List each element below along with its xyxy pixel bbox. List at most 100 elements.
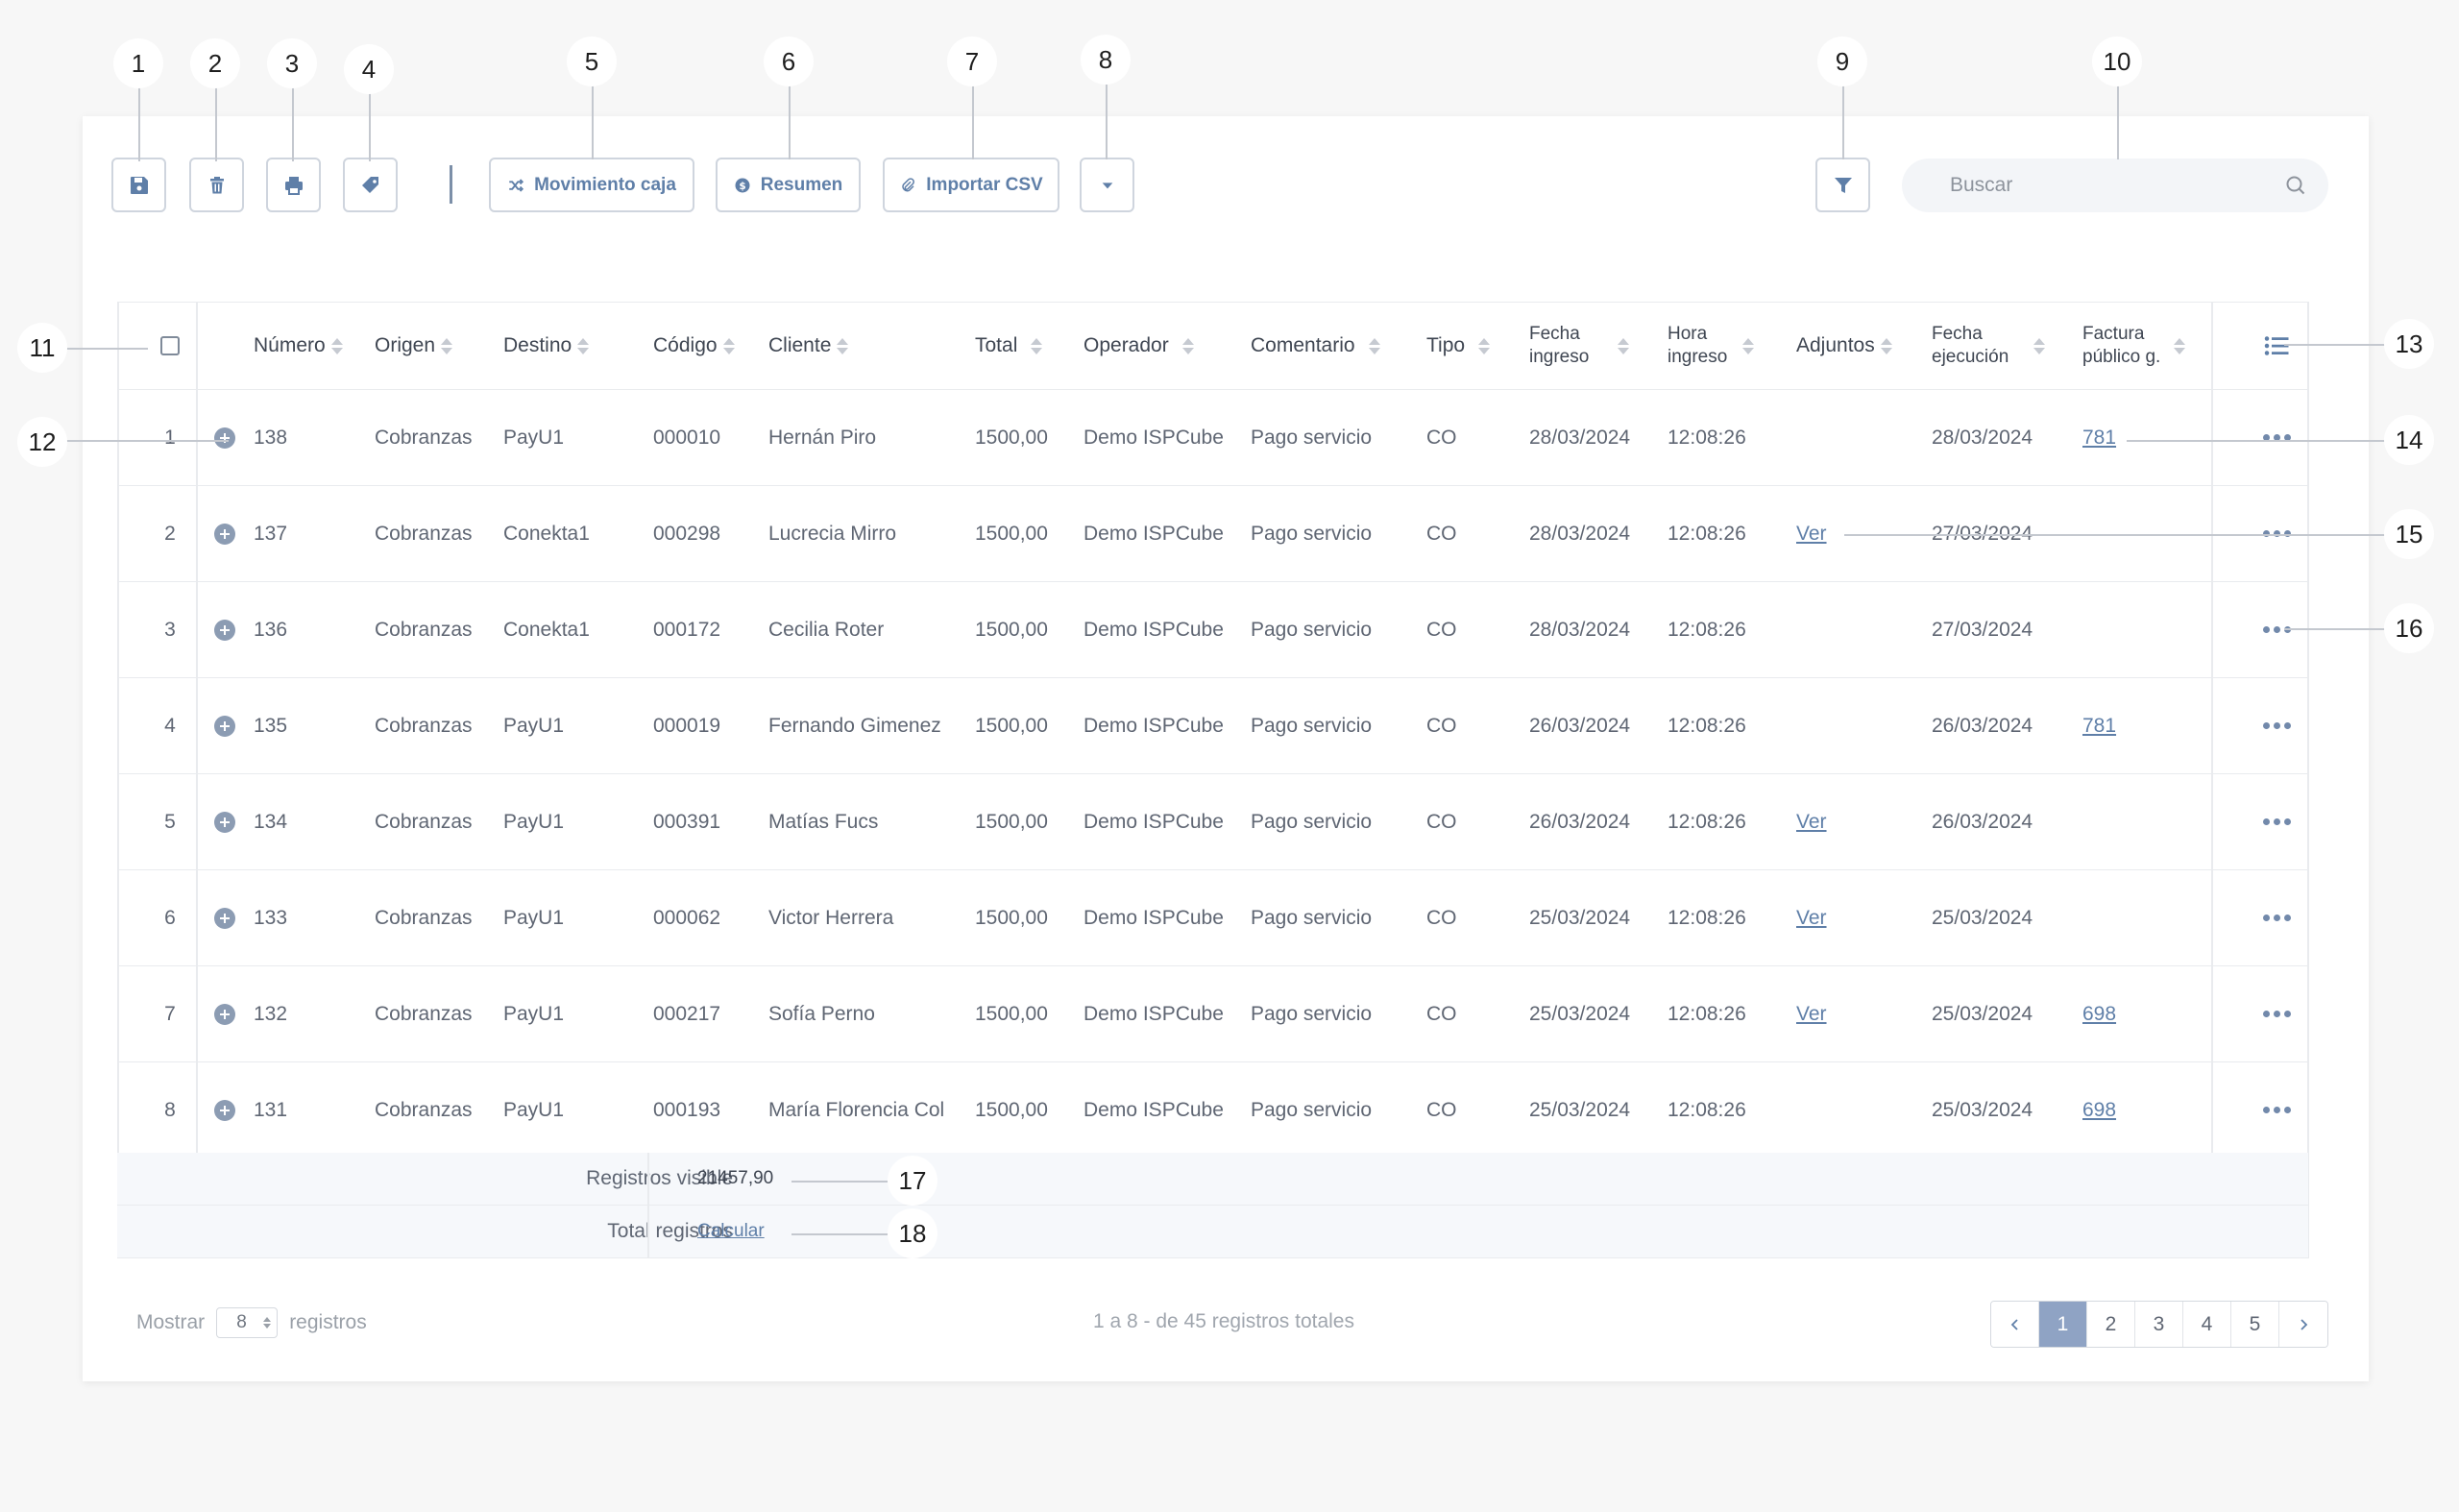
cell-adjuntos[interactable]: Ver [1796,870,1827,965]
row-actions-button[interactable] [2245,678,2308,773]
page-button-4[interactable]: 4 [2183,1302,2231,1347]
sort-icon[interactable] [837,337,849,354]
plus-circle-icon[interactable] [214,619,235,641]
factura-link[interactable]: 698 [2082,1099,2116,1122]
print-button[interactable] [266,158,321,212]
select-all-checkbox[interactable] [160,336,180,355]
cell-adjuntos[interactable]: Ver [1796,486,1827,581]
filter-button[interactable] [1815,158,1870,212]
row-actions-button[interactable] [2245,870,2308,965]
table-row[interactable]: 7 132 Cobranzas PayU1 000217 Sofía Perno 1500,… [117,966,2308,1062]
plus-circle-icon[interactable] [214,907,235,929]
ver-adjunto-link[interactable]: Ver [1796,907,1827,930]
search-box[interactable]: Buscar [1902,159,2328,212]
plus-circle-icon[interactable] [214,523,235,545]
cell-factura[interactable]: 781 [2082,678,2116,773]
table-row[interactable]: 4 135 Cobranzas PayU1 000019 Fernando Gimenez… [117,678,2308,774]
sort-icon[interactable] [1368,337,1380,354]
more-horizontal-icon[interactable] [2262,1011,2291,1017]
cell-factura[interactable]: 698 [2082,1062,2116,1158]
sort-icon[interactable] [1181,337,1194,354]
plus-circle-icon[interactable] [214,811,235,833]
sort-icon[interactable] [330,337,343,354]
sort-icon[interactable] [577,337,590,354]
header-factura[interactable]: Factura público g. [2082,303,2186,389]
chevron-left-icon[interactable] [2009,1318,2022,1331]
plus-circle-icon[interactable] [214,427,235,449]
header-codigo[interactable]: Código [653,303,735,389]
more-horizontal-icon[interactable] [2262,818,2291,825]
movimiento-caja-button[interactable]: Movimiento caja [489,158,694,212]
plus-circle-icon[interactable] [214,1099,235,1121]
plus-circle-icon[interactable] [214,715,235,737]
table-row[interactable]: 1 138 Cobranzas PayU1 000010 Hernán Piro 1500,… [117,390,2308,486]
sort-icon[interactable] [1478,337,1491,354]
search-icon[interactable] [2284,174,2307,197]
stepper-arrows-icon[interactable] [263,1317,272,1329]
expand-row-button[interactable] [214,870,235,965]
row-actions-button[interactable] [2245,390,2308,485]
sort-icon[interactable] [1618,337,1630,354]
table-row[interactable]: 6 133 Cobranzas PayU1 000062 Victor Herrera 15… [117,870,2308,966]
tag-button[interactable] [343,158,398,212]
more-horizontal-icon[interactable] [2262,1107,2291,1113]
header-select-all[interactable] [146,303,194,389]
expand-row-button[interactable] [214,1062,235,1158]
calcular-link[interactable]: Calcular [697,1221,765,1242]
header-adjuntos[interactable]: Adjuntos [1796,303,1892,389]
header-destino[interactable]: Destino [503,303,590,389]
row-actions-button[interactable] [2245,582,2308,677]
cell-factura[interactable]: 781 [2082,390,2116,485]
expand-row-button[interactable] [214,774,235,869]
table-row[interactable]: 5 134 Cobranzas PayU1 000391 Matías Fucs 1500,… [117,774,2308,870]
sort-icon[interactable] [441,337,453,354]
delete-button[interactable] [189,158,244,212]
next-page-button[interactable] [2279,1302,2327,1347]
row-actions-button[interactable] [2245,1062,2308,1158]
expand-row-button[interactable] [214,582,235,677]
row-actions-button[interactable] [2245,966,2308,1061]
sort-icon[interactable] [1880,337,1892,354]
header-cliente[interactable]: Cliente [768,303,849,389]
page-size-stepper[interactable]: 8 [216,1307,279,1338]
header-origen[interactable]: Origen [375,303,453,389]
page-button-3[interactable]: 3 [2135,1302,2183,1347]
plus-circle-icon[interactable] [214,1003,235,1025]
page-button-1[interactable]: 1 [2039,1302,2087,1347]
ver-adjunto-link[interactable]: Ver [1796,523,1827,546]
more-horizontal-icon[interactable] [2262,722,2291,729]
cell-factura[interactable]: 698 [2082,966,2116,1061]
header-tipo[interactable]: Tipo [1426,303,1491,389]
importar-csv-button[interactable]: Importar CSV [883,158,1059,212]
header-fecha-ejecucion[interactable]: Fecha ejecución [1932,303,2046,389]
expand-row-button[interactable] [214,678,235,773]
expand-row-button[interactable] [214,390,235,485]
cell-adjuntos[interactable]: Ver [1796,774,1827,869]
factura-link[interactable]: 781 [2082,427,2116,450]
sort-icon[interactable] [1031,337,1043,354]
header-operador[interactable]: Operador [1083,303,1194,389]
header-fecha-ingreso[interactable]: Fecha ingreso [1529,303,1630,389]
table-row[interactable]: 8 131 Cobranzas PayU1 000193 María Florencia … [117,1062,2308,1158]
page-button-2[interactable]: 2 [2087,1302,2135,1347]
expand-row-button[interactable] [214,966,235,1061]
header-comentario[interactable]: Comentario [1251,303,1380,389]
sort-icon[interactable] [2174,337,2186,354]
table-row[interactable]: 3 136 Cobranzas Conekta1 000172 Cecilia Roter… [117,582,2308,678]
cell-adjuntos[interactable]: Ver [1796,966,1827,1061]
chevron-right-icon[interactable] [2297,1318,2310,1331]
resumen-button[interactable]: $ Resumen [716,158,861,212]
header-total[interactable]: Total [975,303,1043,389]
page-button-5[interactable]: 5 [2231,1302,2279,1347]
ver-adjunto-link[interactable]: Ver [1796,811,1827,834]
more-options-dropdown[interactable] [1080,158,1134,212]
more-horizontal-icon[interactable] [2262,915,2291,921]
sort-icon[interactable] [722,337,735,354]
search-placeholder[interactable]: Buscar [1950,174,2284,197]
row-actions-button[interactable] [2245,774,2308,869]
sort-icon[interactable] [2033,337,2046,354]
factura-link[interactable]: 781 [2082,715,2116,738]
list-icon[interactable] [2262,331,2291,360]
prev-page-button[interactable] [1991,1302,2039,1347]
factura-link[interactable]: 698 [2082,1003,2116,1026]
